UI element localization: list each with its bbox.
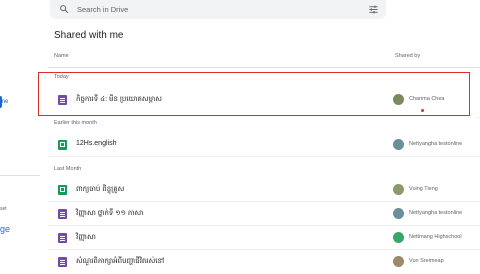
sidebar-item-shared-with-me[interactable]: me xyxy=(0,99,8,105)
google-forms-icon xyxy=(58,209,67,219)
buy-storage-link[interactable]: ge xyxy=(0,224,10,234)
google-sheets-icon xyxy=(58,185,67,195)
search-input[interactable]: Search in Drive xyxy=(77,5,128,14)
sidebar-divider xyxy=(0,175,40,176)
list-item[interactable]: សំណួរពិភាក្សាអំពីបញ្ហាជីវិតរស់នៅ Vun Sre… xyxy=(48,250,480,274)
section-label-earlier-this-month: Earlier this month xyxy=(54,120,97,126)
list-item[interactable]: វិញ្ញាសា ថ្នាក់ទី ១១ ភាសា Nettyangha tes… xyxy=(48,202,480,226)
search-icon[interactable] xyxy=(59,4,69,14)
list-item[interactable]: 12Hs.english Nettyangha testonline xyxy=(48,133,480,157)
shared-by: Nettmang Highschool xyxy=(409,234,462,240)
section-label-last-month: Last Month xyxy=(54,166,82,172)
file-name: វិញ្ញាសា xyxy=(76,234,96,241)
google-forms-icon xyxy=(58,233,67,243)
file-name: វិញ្ញាសា ថ្នាក់ទី ១១ ភាសា xyxy=(76,210,144,217)
cursor-marker xyxy=(421,109,424,112)
storage-label: set xyxy=(0,206,7,212)
page-title: Shared with me xyxy=(54,30,124,41)
google-forms-icon xyxy=(58,257,67,267)
shared-by: Vuing Tieng xyxy=(409,186,438,192)
highlight-box xyxy=(38,72,470,116)
header-divider xyxy=(48,67,480,68)
shared-by: Vun Sreimeap xyxy=(409,258,444,264)
shared-by: Nettyangha testonline xyxy=(409,210,463,216)
avatar xyxy=(393,184,404,195)
search-bar[interactable]: Search in Drive xyxy=(50,0,386,19)
sidebar: me set ge xyxy=(0,0,44,270)
row-divider xyxy=(48,156,480,157)
avatar xyxy=(393,232,404,243)
tune-icon[interactable] xyxy=(368,4,379,15)
file-name: ពាក្យចាប់ ពិន្ទុគ្រូស xyxy=(76,186,125,193)
file-name: សំណួរពិភាក្សាអំពីបញ្ហាជីវិតរស់នៅ xyxy=(76,258,165,265)
avatar xyxy=(393,208,404,219)
google-sheets-icon xyxy=(58,140,67,150)
shared-by: Nettyangha testonline xyxy=(409,141,463,147)
list-item[interactable]: វិញ្ញាសា Nettmang Highschool xyxy=(48,226,480,250)
column-header-name[interactable]: Name xyxy=(54,53,69,59)
avatar xyxy=(393,139,404,150)
list-item[interactable]: ពាក្យចាប់ ពិន្ទុគ្រូស Vuing Tieng xyxy=(48,178,480,202)
column-header-shared-by: Shared by xyxy=(395,53,421,59)
avatar xyxy=(393,256,404,267)
file-name: 12Hs.english xyxy=(76,140,117,147)
